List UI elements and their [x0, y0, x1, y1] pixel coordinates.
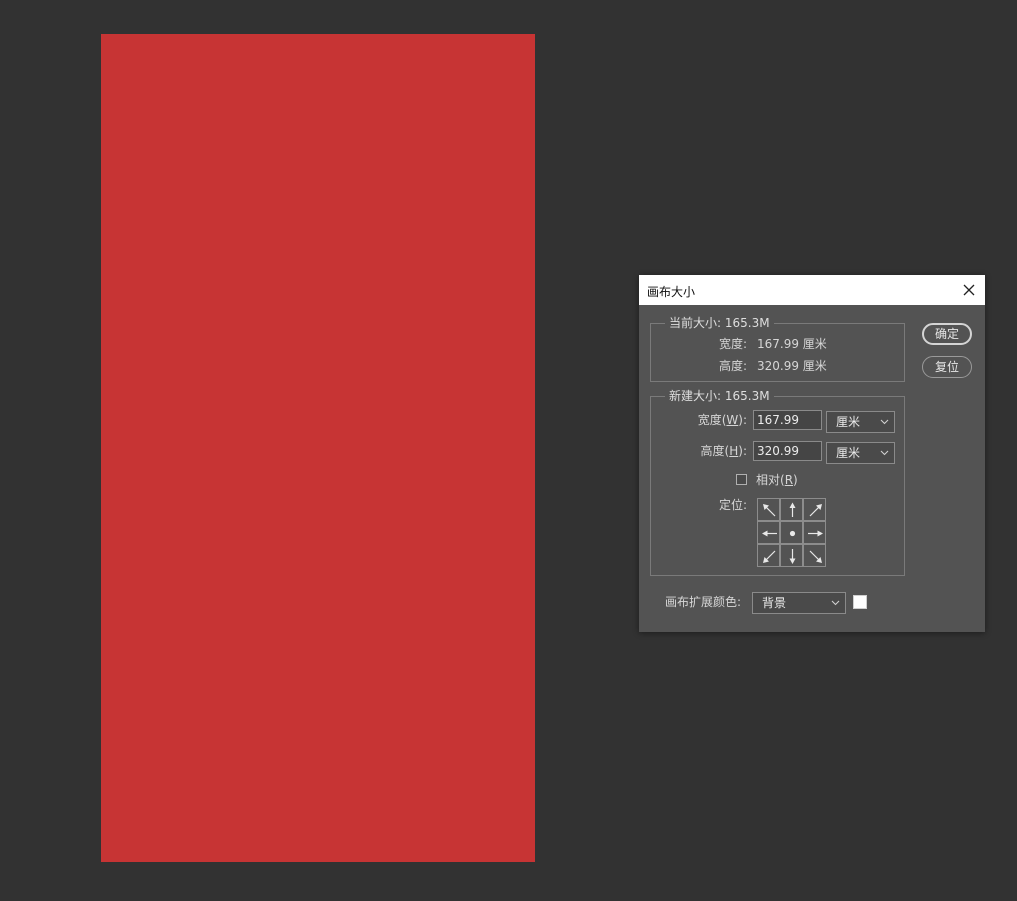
arrow-up-right-icon — [809, 504, 822, 517]
arrow-left-icon — [762, 530, 777, 537]
arrow-down-right-icon — [809, 550, 822, 563]
anchor-top-right[interactable] — [803, 498, 826, 521]
anchor-bottom[interactable] — [780, 544, 803, 567]
extension-color-swatch[interactable] — [853, 595, 867, 609]
center-dot-icon — [789, 530, 796, 537]
current-height-value: 320.99 厘米 — [757, 359, 827, 373]
arrow-right-icon — [808, 530, 823, 537]
anchor-label: 定位: — [718, 498, 747, 512]
arrow-down-icon — [789, 549, 796, 564]
new-height-unit-select[interactable]: 厘米 — [826, 442, 895, 464]
anchor-top[interactable] — [780, 498, 803, 521]
chevron-down-icon — [831, 600, 840, 606]
arrow-up-left-icon — [763, 504, 776, 517]
dialog-title: 画布大小 — [647, 285, 696, 299]
anchor-center[interactable] — [780, 521, 803, 544]
anchor-bottom-left[interactable] — [757, 544, 780, 567]
new-width-label: 宽度(W): — [697, 413, 747, 427]
extension-color-value: 背景 — [762, 596, 787, 610]
anchor-grid — [757, 498, 826, 567]
relative-checkbox[interactable] — [736, 474, 747, 485]
arrow-down-left-icon — [763, 550, 776, 563]
chevron-down-icon — [880, 450, 889, 456]
new-width-unit-select[interactable]: 厘米 — [826, 411, 895, 433]
new-width-unit-value: 厘米 — [836, 415, 861, 429]
chevron-down-icon — [880, 419, 889, 425]
new-size-legend: 新建大小: 165.3M — [665, 388, 774, 404]
new-height-unit-value: 厘米 — [836, 446, 861, 460]
anchor-top-left[interactable] — [757, 498, 780, 521]
anchor-left[interactable] — [757, 521, 780, 544]
relative-label: 相对(R) — [756, 473, 798, 487]
ok-button[interactable]: 确定 — [922, 323, 972, 345]
canvas-size-dialog: 画布大小 当前大小: 165.3M 宽度: 167.99 厘米 高度: 320.… — [639, 275, 985, 632]
new-width-input[interactable]: 167.99 — [753, 410, 822, 430]
new-height-input[interactable]: 320.99 — [753, 441, 822, 461]
reset-button[interactable]: 复位 — [922, 356, 972, 378]
new-height-label: 高度(H): — [700, 444, 747, 458]
current-height-label: 高度: — [718, 359, 747, 373]
current-size-legend: 当前大小: 165.3M — [665, 315, 774, 331]
extension-color-label: 画布扩展颜色: — [665, 595, 742, 609]
close-icon[interactable] — [959, 280, 979, 300]
document-canvas[interactable] — [101, 34, 535, 862]
current-width-label: 宽度: — [718, 337, 747, 351]
anchor-bottom-right[interactable] — [803, 544, 826, 567]
extension-color-select[interactable]: 背景 — [752, 592, 846, 614]
dialog-titlebar[interactable]: 画布大小 — [639, 275, 985, 305]
arrow-up-icon — [789, 502, 796, 517]
current-width-value: 167.99 厘米 — [757, 337, 827, 351]
anchor-right[interactable] — [803, 521, 826, 544]
